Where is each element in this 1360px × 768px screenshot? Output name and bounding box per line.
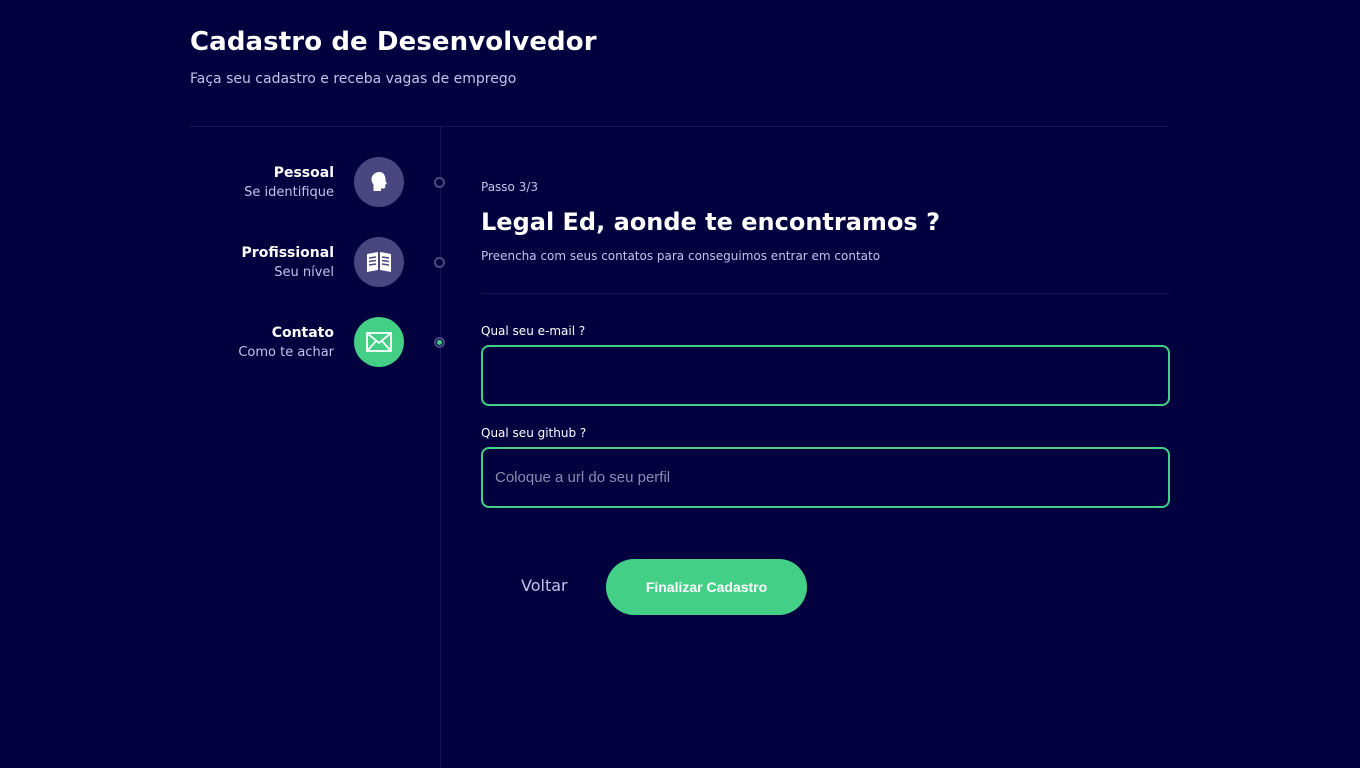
form-title: Legal Ed, aonde te encontramos ? [481,208,940,236]
page-header: Cadastro de Desenvolvedor Faça seu cadas… [190,26,597,88]
github-label: Qual seu github ? [481,426,587,440]
page-subtitle: Faça seu cadastro e receba vagas de empr… [190,71,517,87]
form-divider [481,293,1169,294]
github-field-group: Qual seu github ? [481,426,1170,508]
step-subtitle: Seu nível [274,265,334,280]
form-actions: Voltar Finalizar Cadastro [481,559,881,615]
github-input[interactable] [481,447,1170,508]
step-dot [434,257,445,268]
step-text: Contato Como te achar [238,324,334,362]
step-profissional[interactable]: Profissional Seu nível [190,237,450,287]
step-contato[interactable]: Contato Como te achar [190,317,450,367]
step-title: Pessoal [273,165,334,181]
email-field-group: Qual seu e-mail ? [481,324,1170,406]
step-count: Passo 3/3 [481,180,539,194]
envelope-icon [354,317,404,367]
email-label: Qual seu e-mail ? [481,324,586,338]
form-description: Preencha com seus contatos para consegui… [481,249,881,263]
step-subtitle: Como te achar [238,345,334,360]
book-icon [354,237,404,287]
step-dot [434,177,445,188]
contact-form: Passo 3/3 Legal Ed, aonde te encontramos… [481,180,1170,508]
step-text: Profissional Seu nível [242,244,334,282]
steps-divider [440,127,441,768]
step-subtitle: Se identifique [244,185,334,200]
back-button[interactable]: Voltar [521,576,568,595]
finish-button[interactable]: Finalizar Cadastro [606,559,807,615]
step-title: Profissional [241,245,334,261]
page: Cadastro de Desenvolvedor Faça seu cadas… [0,0,1360,768]
step-text: Pessoal Se identifique [244,164,334,202]
step-title: Contato [271,325,334,341]
header-divider [190,126,1168,127]
page-title: Cadastro de Desenvolvedor [190,27,597,57]
email-input[interactable] [481,345,1170,406]
head-icon [354,157,404,207]
step-dot-active [434,337,445,348]
step-pessoal[interactable]: Pessoal Se identifique [190,157,450,207]
